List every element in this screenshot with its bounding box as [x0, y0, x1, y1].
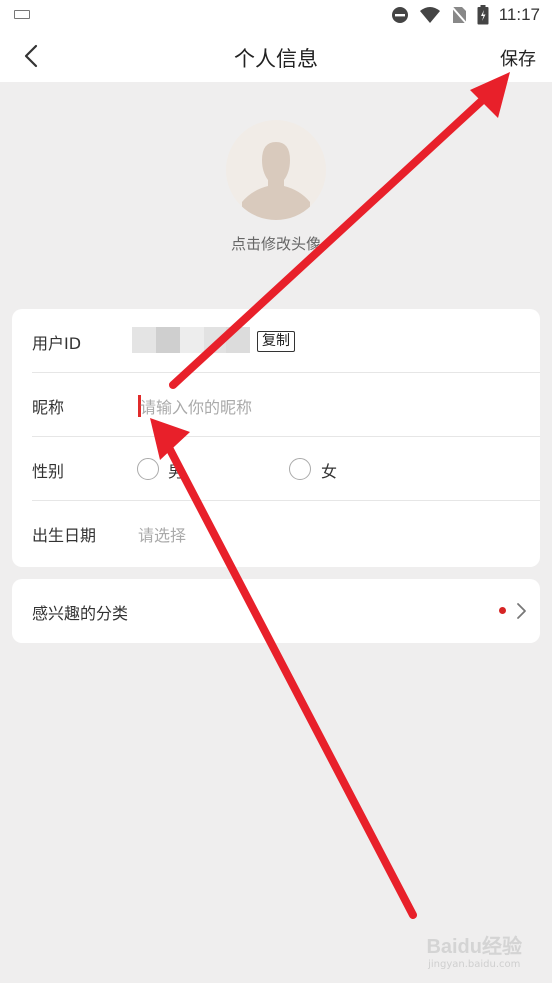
interest-category-row[interactable]: 感兴趣的分类 — [12, 579, 540, 643]
nickname-row[interactable]: 昵称 请输入你的昵称 — [12, 373, 540, 437]
gender-row: 性别 男 女 — [12, 437, 540, 501]
nav-bar: 个人信息 保存 — [0, 30, 552, 82]
user-id-value-blurred — [132, 327, 250, 353]
copy-button[interactable]: 复制 — [257, 331, 295, 352]
gender-label: 性别 — [32, 462, 65, 481]
notification-dot — [499, 607, 506, 614]
keyboard-icon — [14, 10, 30, 19]
birthday-picker[interactable]: 请选择 — [138, 522, 186, 546]
no-sim-icon — [450, 6, 467, 24]
nickname-input[interactable]: 请输入你的昵称 — [140, 394, 252, 418]
avatar-caption[interactable]: 点击修改头像 — [0, 233, 552, 254]
birthday-row[interactable]: 出生日期 请选择 — [12, 501, 540, 565]
status-bar: 11:17 — [0, 0, 552, 30]
status-icons: 11:17 — [391, 4, 540, 26]
user-id-row: 用户ID 复制 — [12, 309, 540, 373]
chevron-right-icon — [517, 603, 526, 619]
gender-male-label[interactable]: 男 — [168, 458, 184, 482]
battery-icon — [477, 5, 489, 25]
watermark-logo: Baidu经验 jingyan.baidu.com — [426, 936, 522, 970]
page-title: 个人信息 — [234, 47, 318, 71]
save-button[interactable]: 保存 — [500, 45, 536, 71]
birthday-label: 出生日期 — [32, 526, 97, 545]
gender-female-label[interactable]: 女 — [321, 458, 337, 482]
gender-male-radio[interactable] — [137, 458, 159, 480]
gender-female-radio[interactable] — [289, 458, 311, 480]
avatar-placeholder-icon — [242, 142, 310, 220]
user-id-label: 用户ID — [32, 334, 82, 353]
status-time: 11:17 — [498, 5, 540, 24]
profile-info-card: 用户ID 复制 昵称 请输入你的昵称 性别 男 女 出生日期 请选择 — [12, 309, 540, 567]
avatar[interactable] — [226, 120, 326, 220]
interest-category-label: 感兴趣的分类 — [32, 604, 129, 623]
do-not-disturb-icon — [391, 7, 408, 23]
nickname-label: 昵称 — [32, 398, 65, 417]
wifi-icon — [419, 7, 440, 23]
